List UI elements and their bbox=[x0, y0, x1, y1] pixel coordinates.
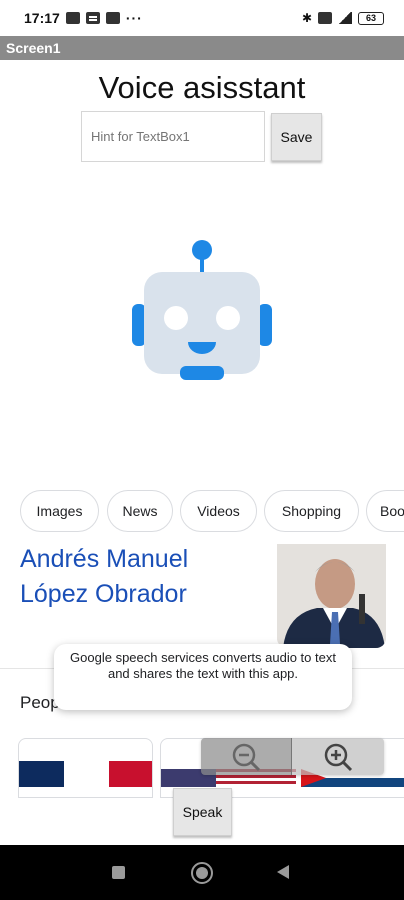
zoom-out-button[interactable] bbox=[201, 738, 292, 775]
flag-image-1 bbox=[19, 761, 152, 787]
text-input[interactable] bbox=[81, 111, 265, 162]
bluetooth-icon: ✱ bbox=[301, 11, 312, 25]
save-button[interactable]: Save bbox=[271, 113, 322, 161]
result-portrait-image[interactable] bbox=[277, 544, 386, 648]
nav-home-icon[interactable] bbox=[191, 862, 213, 884]
chat-icon bbox=[85, 12, 100, 24]
chip-images[interactable]: Images bbox=[20, 490, 99, 532]
page-title: Voice asisstant bbox=[98, 70, 306, 105]
chip-videos[interactable]: Videos bbox=[180, 490, 257, 532]
speech-services-toast: Google speech services converts audio to… bbox=[54, 644, 352, 710]
result-title-link[interactable]: Andrés Manuel López Obrador bbox=[20, 542, 260, 612]
status-left: 17:17 ··· bbox=[24, 10, 143, 26]
nav-back-icon[interactable] bbox=[277, 865, 289, 879]
signal-icon bbox=[338, 12, 352, 24]
status-bar: 17:17 ··· ✱ 63 bbox=[0, 0, 404, 36]
zoom-in-button[interactable] bbox=[292, 738, 384, 775]
screen-title-bar: Screen1 bbox=[0, 36, 404, 60]
battery-level: 63 bbox=[365, 12, 376, 23]
chip-news[interactable]: News bbox=[107, 490, 173, 532]
mail-icon bbox=[105, 12, 120, 24]
search-filter-chips: Images News Videos Shopping Boo bbox=[0, 490, 404, 532]
zoom-out-icon bbox=[232, 743, 261, 771]
status-right: ✱ 63 bbox=[302, 11, 384, 25]
result-name-line1: Andrés Manuel bbox=[20, 545, 189, 573]
message-icon bbox=[65, 12, 80, 24]
flag-card-1[interactable] bbox=[18, 738, 153, 798]
more-notifications-icon: ··· bbox=[125, 10, 143, 26]
robot-icon bbox=[132, 240, 272, 380]
zoom-in-icon bbox=[324, 743, 353, 771]
nav-recent-icon[interactable] bbox=[112, 866, 125, 879]
status-time: 17:17 bbox=[24, 10, 60, 26]
chip-books[interactable]: Boo bbox=[366, 490, 404, 532]
portrait-photo bbox=[277, 544, 386, 648]
chip-shopping[interactable]: Shopping bbox=[264, 490, 359, 532]
vibrate-icon bbox=[318, 12, 332, 24]
zoom-control bbox=[201, 738, 384, 775]
result-name-line2: López Obrador bbox=[20, 580, 187, 608]
battery-icon: 63 bbox=[358, 11, 384, 25]
speak-button[interactable]: Speak bbox=[173, 788, 232, 836]
